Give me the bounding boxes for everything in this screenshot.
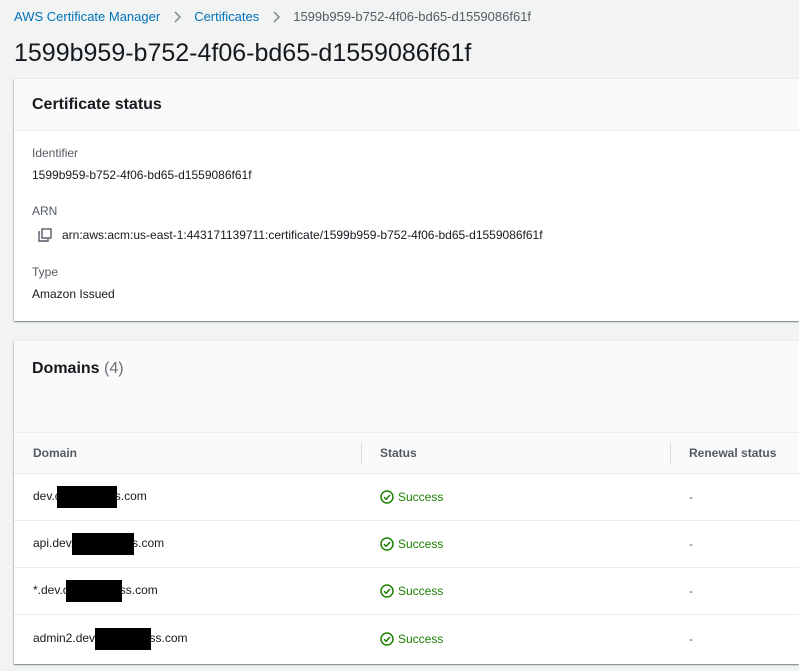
- type-field: Type Amazon Issued: [32, 264, 115, 302]
- arn-value: arn:aws:acm:us-east-1:443171139711:certi…: [62, 228, 543, 242]
- certificate-status-panel: Certificate status Identifier 1599b959-b…: [14, 78, 799, 321]
- domain-prefix: admin2.dev.: [33, 630, 98, 645]
- domains-header: Domains (4): [14, 341, 799, 432]
- status-label: Success: [398, 537, 444, 551]
- table-row: api.dev. s.com Success -: [14, 521, 799, 568]
- table-header: Domain Status Renewal status: [14, 432, 799, 474]
- domain-text: dev.c s.com: [33, 486, 147, 508]
- status-success: Success: [380, 632, 443, 646]
- breadcrumb: AWS Certificate Manager Certificates 159…: [14, 9, 531, 25]
- status-label: Success: [398, 584, 444, 598]
- status-success: Success: [380, 490, 443, 504]
- breadcrumb-link-certificates[interactable]: Certificates: [194, 9, 259, 25]
- chevron-right-icon: [170, 10, 184, 24]
- renewal-value: -: [689, 537, 693, 551]
- status-success: Success: [380, 537, 443, 551]
- column-header-status-label: Status: [380, 446, 417, 460]
- status-cell: Success: [362, 615, 671, 662]
- status-success: Success: [380, 584, 443, 598]
- domains-table: Domain Status Renewal status dev.c s.com …: [14, 432, 799, 662]
- domains-title: Domains (4): [32, 359, 781, 379]
- domain-suffix: ss.com: [119, 583, 158, 598]
- domain-cell: dev.c s.com: [14, 474, 362, 520]
- renewal-cell: -: [671, 474, 799, 520]
- certificate-status-title: Certificate status: [32, 95, 162, 113]
- domains-panel: Domains (4) Domain Status Renewal status…: [14, 340, 799, 664]
- renewal-cell: -: [671, 568, 799, 614]
- column-header-renewal-label: Renewal status: [689, 446, 777, 460]
- chevron-right-icon: [269, 10, 283, 24]
- status-label: Success: [398, 490, 444, 504]
- status-success-icon: [380, 584, 394, 598]
- column-header-renewal-status[interactable]: Renewal status: [671, 433, 799, 473]
- domain-prefix: *.dev.c: [33, 583, 69, 598]
- arn-field: ARN arn:aws:acm:us-east-1:443171139711:c…: [32, 203, 543, 243]
- domain-cell: api.dev. s.com: [14, 521, 362, 567]
- breadcrumb-link-acm[interactable]: AWS Certificate Manager: [14, 9, 160, 25]
- status-cell: Success: [362, 474, 671, 520]
- identifier-label: Identifier: [32, 146, 79, 160]
- domains-title-text: Domains: [32, 360, 100, 377]
- column-header-domain[interactable]: Domain: [14, 433, 362, 473]
- table-row: admin2.dev. ss.com Success -: [14, 615, 799, 662]
- domain-text: admin2.dev. ss.com: [33, 627, 188, 650]
- status-success-icon: [380, 537, 394, 551]
- column-header-status[interactable]: Status: [362, 433, 671, 473]
- table-row: *.dev.c ss.com Success -: [14, 568, 799, 615]
- redaction-block: [72, 533, 135, 555]
- domain-suffix: ss.com: [149, 630, 188, 645]
- renewal-value: -: [689, 490, 693, 504]
- domain-cell: *.dev.c ss.com: [14, 568, 362, 614]
- renewal-cell: -: [671, 521, 799, 567]
- domain-suffix: s.com: [114, 489, 147, 504]
- domain-prefix: api.dev.: [33, 536, 75, 551]
- domain-text: api.dev. s.com: [33, 533, 164, 555]
- arn-label: ARN: [32, 204, 58, 218]
- domain-text: *.dev.c ss.com: [33, 580, 158, 602]
- status-success-icon: [380, 631, 394, 646]
- column-header-domain-label: Domain: [33, 446, 78, 460]
- status-label: Success: [398, 631, 444, 646]
- renewal-value: -: [689, 631, 693, 646]
- type-value: Amazon Issued: [32, 287, 115, 301]
- renewal-value: -: [689, 584, 693, 598]
- status-cell: Success: [362, 568, 671, 614]
- redaction-block: [56, 486, 117, 508]
- type-label: Type: [32, 265, 59, 279]
- status-success-icon: [380, 490, 394, 504]
- identifier-value: 1599b959-b752-4f06-bd65-d1559086f61f: [32, 168, 252, 182]
- renewal-cell: -: [671, 615, 799, 662]
- table-row: dev.c s.com Success -: [14, 474, 799, 521]
- breadcrumb-current: 1599b959-b752-4f06-bd65-d1559086f61f: [293, 9, 532, 24]
- domain-suffix: s.com: [132, 536, 165, 551]
- status-cell: Success: [362, 521, 671, 567]
- copy-icon[interactable]: [38, 228, 52, 242]
- redaction-block: [65, 580, 122, 602]
- page-title: 1599b959-b752-4f06-bd65-d1559086f61f: [14, 39, 472, 67]
- identifier-field: Identifier 1599b959-b752-4f06-bd65-d1559…: [32, 145, 252, 183]
- certificate-status-header: Certificate status: [14, 79, 799, 131]
- redaction-block: [95, 627, 152, 650]
- domain-cell: admin2.dev. ss.com: [14, 615, 362, 662]
- domains-count: (4): [104, 360, 124, 377]
